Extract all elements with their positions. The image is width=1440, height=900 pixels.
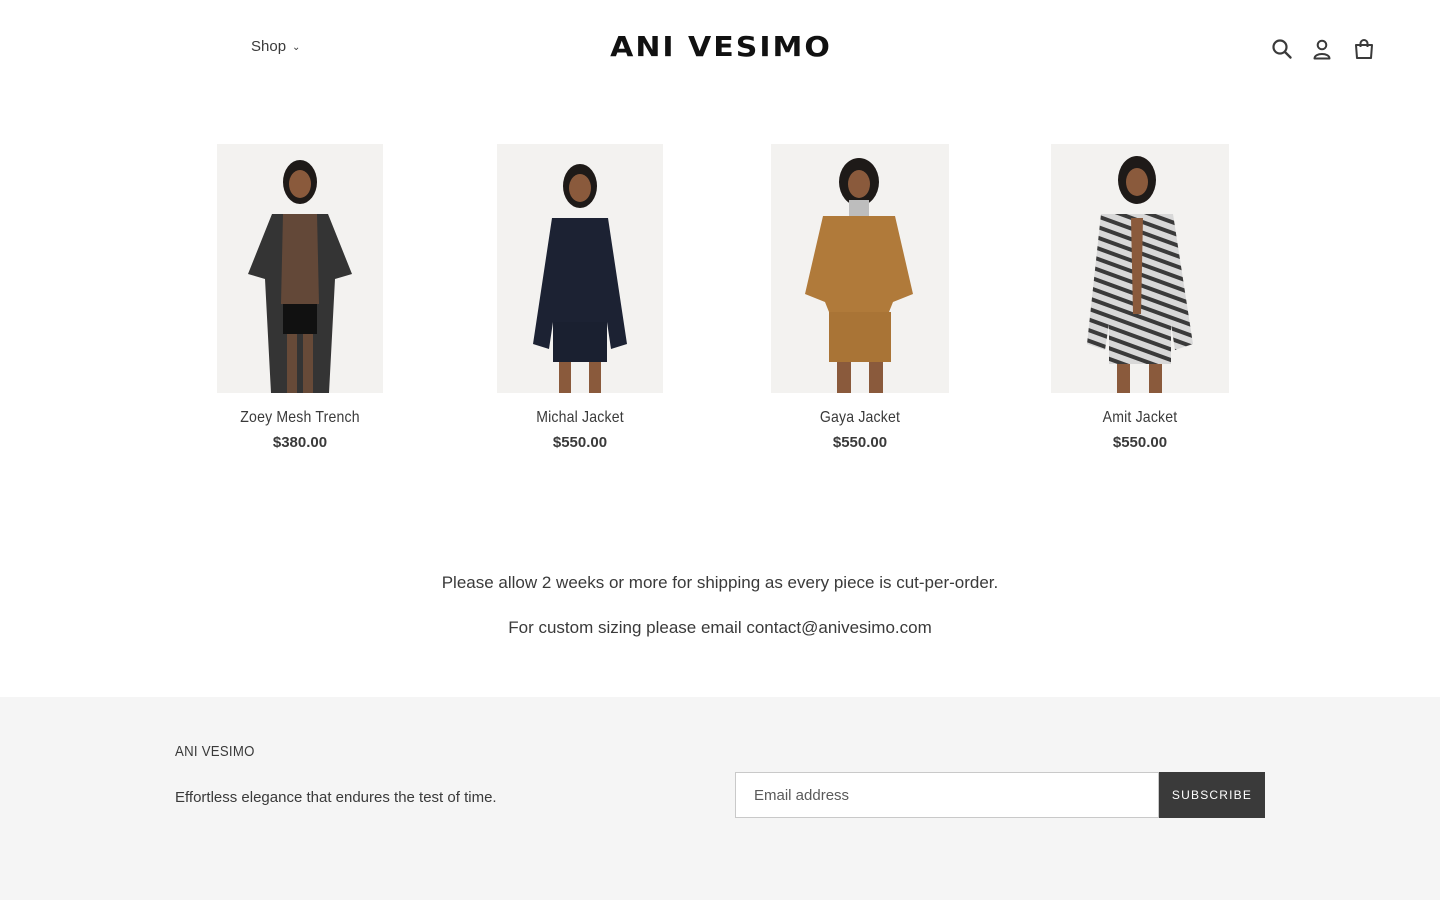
product-price: $550.00 <box>552 434 608 451</box>
product-card[interactable]: Zoey Mesh Trench $380.00 <box>180 144 420 451</box>
product-image[interactable] <box>217 144 383 393</box>
shop-menu-label: Shop <box>251 38 287 55</box>
site-logo[interactable]: ANI VESIMO <box>595 31 847 63</box>
custom-sizing-notice: For custom sizing please email contact@a… <box>508 618 932 637</box>
account-icon[interactable] <box>1311 38 1333 60</box>
chevron-down-icon: ⌄ <box>292 42 301 53</box>
product-title[interactable]: Gaya Jacket <box>754 409 965 427</box>
shipping-notice: Please allow 2 weeks or more for shippin… <box>441 573 999 592</box>
product-title[interactable]: Michal Jacket <box>474 409 685 427</box>
subscribe-button[interactable]: SUBSCRIBE <box>1159 772 1265 818</box>
product-image[interactable] <box>1051 144 1229 393</box>
site-header: Shop ⌄ ANI VESIMO <box>0 0 1440 100</box>
product-image[interactable] <box>497 144 663 393</box>
site-footer: ANI VESIMO Effortless elegance that endu… <box>0 697 1440 900</box>
product-image[interactable] <box>771 144 949 393</box>
product-price: $550.00 <box>1112 434 1168 451</box>
product-price: $550.00 <box>832 434 888 451</box>
shop-menu[interactable]: Shop ⌄ <box>251 38 300 55</box>
footer-brand: ANI VESIMO <box>175 743 255 760</box>
footer-tagline: Effortless elegance that endures the tes… <box>175 789 497 806</box>
product-card[interactable]: Gaya Jacket $550.00 <box>740 144 980 451</box>
product-card[interactable]: Michal Jacket $550.00 <box>460 144 700 451</box>
product-title[interactable]: Amit Jacket <box>1034 409 1245 427</box>
product-title[interactable]: Zoey Mesh Trench <box>194 409 405 427</box>
cart-icon[interactable] <box>1353 38 1375 60</box>
email-field[interactable] <box>735 772 1159 818</box>
search-icon[interactable] <box>1271 38 1293 60</box>
product-card[interactable]: Amit Jacket $550.00 <box>1020 144 1260 451</box>
product-price: $380.00 <box>272 434 328 451</box>
